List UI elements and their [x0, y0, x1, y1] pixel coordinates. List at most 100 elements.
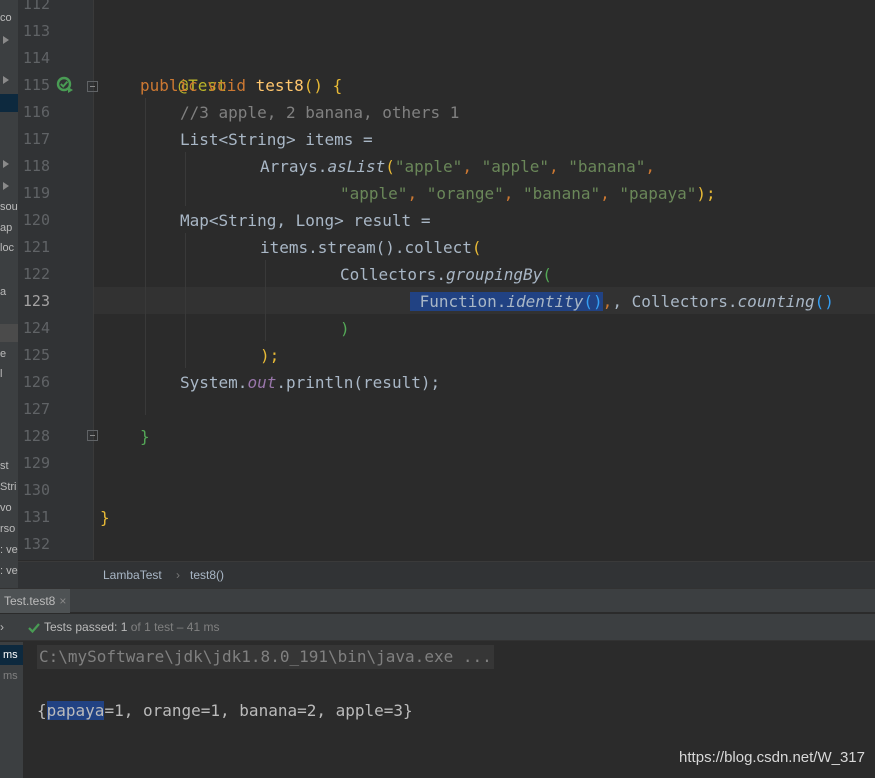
code-token: .println(result);	[276, 373, 441, 392]
close-icon[interactable]: ×	[59, 594, 66, 608]
project-tree-fragment: : ve	[0, 565, 18, 577]
string-literal: "apple"	[481, 157, 550, 176]
code-line-124: )	[340, 315, 350, 342]
line-number-current: 123	[22, 292, 50, 310]
output-token: =1, orange=1, banana=2, apple=3}	[104, 701, 413, 720]
method-name: test8	[255, 76, 304, 95]
run-tab-bar: Test.test8 ×	[0, 588, 875, 613]
code-token: System.	[180, 373, 248, 392]
indent-guide	[145, 98, 146, 415]
breadcrumb-class[interactable]: LambaTest	[103, 568, 162, 582]
expand-arrow-icon[interactable]	[3, 160, 9, 168]
code-line-125: );	[260, 342, 279, 369]
code-line-120: Map<String, Long> result =	[180, 207, 430, 234]
code-token: Map<	[180, 211, 219, 230]
breadcrumb-method[interactable]: test8()	[190, 568, 224, 582]
project-tree-fragment: sou	[0, 201, 18, 213]
breadcrumb-separator: ›	[176, 568, 180, 582]
status-detail: of 1 test – 41 ms	[127, 620, 220, 634]
code-token: (	[471, 238, 482, 257]
code-line-114: @Test	[140, 45, 227, 95]
project-tool-strip: co sou ap loc a e l st Stri vo rso : ve …	[0, 0, 18, 590]
code-token: counting	[737, 292, 815, 311]
line-number: 122	[22, 265, 50, 283]
code-token: Arrays.	[260, 157, 328, 176]
code-line-116: //3 apple, 2 banana, others 1	[180, 99, 459, 126]
line-number: 115	[22, 76, 50, 94]
tab-label: Test.test8	[4, 594, 56, 608]
code-token: identity	[506, 292, 584, 311]
expand-arrow-icon[interactable]	[3, 36, 9, 44]
line-number: 113	[22, 22, 50, 40]
highlighted-text: papaya	[46, 701, 105, 720]
line-number: 127	[22, 400, 50, 418]
line-number: 119	[22, 184, 50, 202]
code-token: asList	[327, 157, 386, 176]
expand-arrow-icon[interactable]: ›	[0, 620, 4, 634]
string-literal: "orange"	[426, 184, 504, 203]
indent-guide	[185, 233, 186, 368]
code-token: }	[140, 427, 150, 446]
status-prefix: Tests passed:	[44, 620, 121, 634]
code-editor[interactable]: @Test public void test8() { //3 apple, 2…	[94, 0, 875, 560]
project-tree-fragment: st	[0, 460, 9, 472]
line-number: 116	[22, 103, 50, 121]
line-number: 118	[22, 157, 50, 175]
code-token: items.stream().collect	[260, 238, 472, 257]
test-tree-item[interactable]: ms	[0, 645, 23, 665]
code-line-128: }	[140, 423, 150, 450]
expand-arrow-icon[interactable]	[3, 182, 9, 190]
line-number: 125	[22, 346, 50, 364]
project-tree-fragment: ap	[0, 222, 13, 234]
test-tree-item[interactable]: ms	[0, 666, 23, 686]
output-token: {	[37, 701, 47, 720]
code-line-118: Arrays.asList("apple", "apple", "banana"…	[260, 157, 655, 176]
code-token: out	[247, 373, 277, 392]
test-status-bar: › Tests passed: 1 of 1 test – 41 ms	[0, 614, 875, 641]
console-command-line[interactable]: C:\mySoftware\jdk\jdk1.8.0_191\bin\java.…	[37, 645, 494, 669]
code-token: )	[340, 319, 350, 338]
project-tree-fragment: co	[0, 12, 12, 24]
selected-tree-item[interactable]	[0, 94, 18, 112]
code-token: Function.	[419, 292, 507, 311]
console-result-line: {papaya=1, orange=1, banana=2, apple=3}	[37, 699, 413, 723]
breadcrumb: LambaTest › test8()	[18, 561, 875, 588]
status-text: Tests passed: 1 of 1 test – 41 ms	[44, 620, 219, 634]
test-tree: ms ms	[0, 642, 23, 778]
line-number: 130	[22, 481, 50, 499]
code-line-122: Collectors.groupingBy(	[340, 261, 552, 288]
code-line-115: public void test8() {	[140, 72, 342, 99]
project-tree-fragment: a	[0, 286, 7, 298]
string-literal: "apple"	[394, 157, 463, 176]
code-token: );	[260, 346, 280, 365]
comment: //3 apple, 2 banana, others 1	[180, 103, 460, 122]
code-token: (	[542, 265, 552, 284]
tab-run-config[interactable]: Test.test8 ×	[0, 589, 71, 613]
project-tree-fragment: : ve	[0, 544, 18, 556]
code-token: (	[385, 157, 395, 176]
check-icon	[28, 623, 40, 634]
line-number: 131	[22, 508, 50, 526]
selected-tree-item[interactable]	[0, 324, 18, 342]
string-literal: "banana"	[568, 157, 646, 176]
line-number: 121	[22, 238, 50, 256]
code-token: groupingBy	[445, 265, 543, 284]
project-tree-fragment: Stri	[0, 481, 17, 493]
expand-arrow-icon[interactable]	[3, 76, 9, 84]
line-number: 112	[22, 0, 50, 13]
line-number: 126	[22, 373, 50, 391]
project-tree-fragment: vo	[0, 502, 12, 514]
project-tree-fragment: e	[0, 348, 7, 360]
line-number: 132	[22, 535, 50, 553]
keyword: public	[140, 76, 198, 95]
line-number: 129	[22, 454, 50, 472]
run-test-icon[interactable]	[56, 76, 74, 94]
code-token: }	[100, 508, 110, 527]
code-token: Collectors.	[340, 265, 446, 284]
code-token: , Collectors.	[612, 292, 738, 311]
code-token: > items =	[285, 130, 373, 149]
selected-text: Function.identity()	[410, 292, 603, 311]
code-token: );	[696, 184, 716, 203]
string-literal: "papaya"	[619, 184, 697, 203]
code-line-121: items.stream().collect(	[260, 234, 482, 261]
